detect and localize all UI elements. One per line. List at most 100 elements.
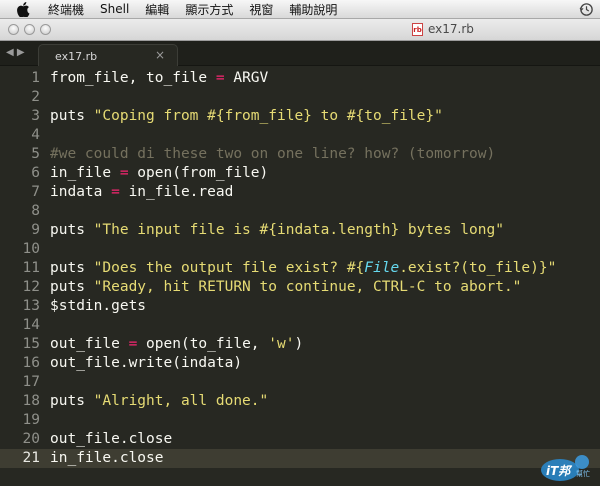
window-title-text: ex17.rb xyxy=(428,22,474,36)
menu-view[interactable]: 顯示方式 xyxy=(177,1,241,18)
code-text: indata = in_file.read xyxy=(50,183,233,202)
menu-terminal[interactable]: 終端機 xyxy=(40,1,92,18)
menu-edit[interactable]: 編輯 xyxy=(137,1,177,18)
code-token: "Does the output file exist? #{ xyxy=(93,260,365,276)
code-token: ARGV xyxy=(224,70,269,86)
code-token: out_file.close xyxy=(50,431,173,447)
code-line[interactable]: 12 puts "Ready, hit RETURN to continue, C… xyxy=(0,278,600,297)
watermark-text: iT邦 xyxy=(546,464,573,478)
code-line[interactable]: 9 puts "The input file is #{indata.length… xyxy=(0,221,600,240)
code-line[interactable]: 17 xyxy=(0,373,600,392)
line-number: 15 xyxy=(22,336,40,352)
code-line[interactable]: 2 xyxy=(0,88,600,107)
menu-window[interactable]: 視窗 xyxy=(241,1,281,18)
code-token: in_file xyxy=(50,165,120,181)
code-line[interactable]: 10 xyxy=(0,240,600,259)
code-token: out_file xyxy=(50,336,129,352)
code-token: puts xyxy=(50,260,94,276)
code-token: File xyxy=(364,260,400,276)
code-text: puts "Coping from #{from_file} to #{to_f… xyxy=(50,107,443,126)
code-token: indata xyxy=(50,184,112,200)
ruby-file-icon: rb xyxy=(412,22,423,36)
line-number: 7 xyxy=(31,184,40,200)
code-token: = xyxy=(111,184,120,200)
apple-icon[interactable] xyxy=(16,1,30,17)
code-token: open(from_file) xyxy=(128,165,269,181)
code-text: out_file.write(indata) xyxy=(50,354,242,373)
menu-bar: 終端機 Shell 編輯 顯示方式 視窗 輔助說明 xyxy=(0,0,600,19)
code-line[interactable]: 11 puts "Does the output file exist? #{Fi… xyxy=(0,259,600,278)
line-number: 9 xyxy=(31,222,40,238)
code-text: puts "Alright, all done." xyxy=(50,392,268,411)
code-token: 'w' xyxy=(268,336,295,352)
line-number: 1 xyxy=(31,70,40,86)
code-line[interactable]: 6 in_file = open(from_file) xyxy=(0,164,600,183)
code-line[interactable]: 7 indata = in_file.read xyxy=(0,183,600,202)
line-number: 6 xyxy=(31,165,40,181)
code-token: "The input file is #{indata.length} byte… xyxy=(93,222,504,238)
code-line[interactable]: 13 $stdin.gets xyxy=(0,297,600,316)
code-token: from_file, to_file xyxy=(50,70,216,86)
tab-nav-arrows[interactable]: ◀ ▶ xyxy=(6,47,25,58)
line-number: 4 xyxy=(31,127,40,143)
line-number: 18 xyxy=(22,393,40,409)
code-text: in_file = open(from_file) xyxy=(50,164,268,183)
tab-bar: ◀ ▶ ex17.rb × xyxy=(0,41,600,66)
code-token: "Ready, hit RETURN to continue, CTRL-C t… xyxy=(93,279,522,295)
line-number: 12 xyxy=(22,279,40,295)
code-token: $stdin.gets xyxy=(50,298,147,314)
minimize-window-button[interactable] xyxy=(24,24,35,35)
code-token: in_file.read xyxy=(119,184,234,200)
line-number: 19 xyxy=(22,412,40,428)
code-line[interactable]: 15 out_file = open(to_file, 'w') xyxy=(0,335,600,354)
code-text: from_file, to_file = ARGV xyxy=(50,69,268,88)
code-text: puts "The input file is #{indata.length}… xyxy=(50,221,504,240)
code-line[interactable]: 20 out_file.close xyxy=(0,430,600,449)
code-token: puts xyxy=(50,393,94,409)
menu-shell[interactable]: Shell xyxy=(92,2,137,16)
zoom-window-button[interactable] xyxy=(40,24,51,35)
line-number: 16 xyxy=(22,355,40,371)
time-machine-icon[interactable] xyxy=(579,2,594,17)
line-number: 5 xyxy=(31,146,40,162)
menu-help[interactable]: 輔助說明 xyxy=(281,1,345,18)
code-line[interactable]: 1 from_file, to_file = ARGV xyxy=(0,69,600,88)
code-token: puts xyxy=(50,222,94,238)
code-text: puts "Does the output file exist? #{File… xyxy=(50,259,556,278)
code-line[interactable]: 14 xyxy=(0,316,600,335)
code-text: puts "Ready, hit RETURN to continue, CTR… xyxy=(50,278,521,297)
code-token: in_file.close xyxy=(50,450,164,466)
code-line[interactable]: 18 puts "Alright, all done." xyxy=(0,392,600,411)
code-line[interactable]: 16 out_file.write(indata) xyxy=(0,354,600,373)
line-number: 10 xyxy=(22,241,40,257)
code-text: out_file = open(to_file, 'w') xyxy=(50,335,303,354)
code-text: in_file.close xyxy=(50,449,164,468)
window-title: rb ex17.rb xyxy=(412,22,474,36)
code-token: = xyxy=(215,70,225,86)
code-line[interactable]: 3 puts "Coping from #{from_file} to #{to_… xyxy=(0,107,600,126)
code-token: .exist?(to_file)}" xyxy=(399,260,557,276)
code-token: #we could di these two on one line? how?… xyxy=(50,146,496,162)
code-text: $stdin.gets xyxy=(50,297,146,316)
code-line[interactable]: 21 in_file.close xyxy=(0,449,600,468)
code-token: "Alright, all done." xyxy=(93,393,269,409)
code-token: puts xyxy=(50,279,94,295)
ithome-watermark-logo: iT邦 幫忙 xyxy=(541,455,590,481)
line-number: 14 xyxy=(22,317,40,333)
window-title-bar: rb ex17.rb xyxy=(0,19,600,41)
code-line[interactable]: 19 xyxy=(0,411,600,430)
line-number: 21 xyxy=(22,450,40,466)
code-text: #we could di these two on one line? how?… xyxy=(50,145,495,164)
code-editor[interactable]: 1 from_file, to_file = ARGV 2 3 puts "Coping… xyxy=(0,66,600,486)
code-text: out_file.close xyxy=(50,430,172,449)
close-window-button[interactable] xyxy=(8,24,19,35)
code-line[interactable]: 4 xyxy=(0,126,600,145)
code-line[interactable]: 8 xyxy=(0,202,600,221)
tab-ex17[interactable]: ex17.rb × xyxy=(38,44,178,66)
code-line[interactable]: 5 #we could di these two on one line? how… xyxy=(0,145,600,164)
line-number: 8 xyxy=(31,203,40,219)
line-number: 11 xyxy=(22,260,40,276)
code-token: ) xyxy=(294,336,304,352)
watermark-sub: 幫忙 xyxy=(576,469,590,478)
tab-close-icon[interactable]: × xyxy=(155,48,165,62)
